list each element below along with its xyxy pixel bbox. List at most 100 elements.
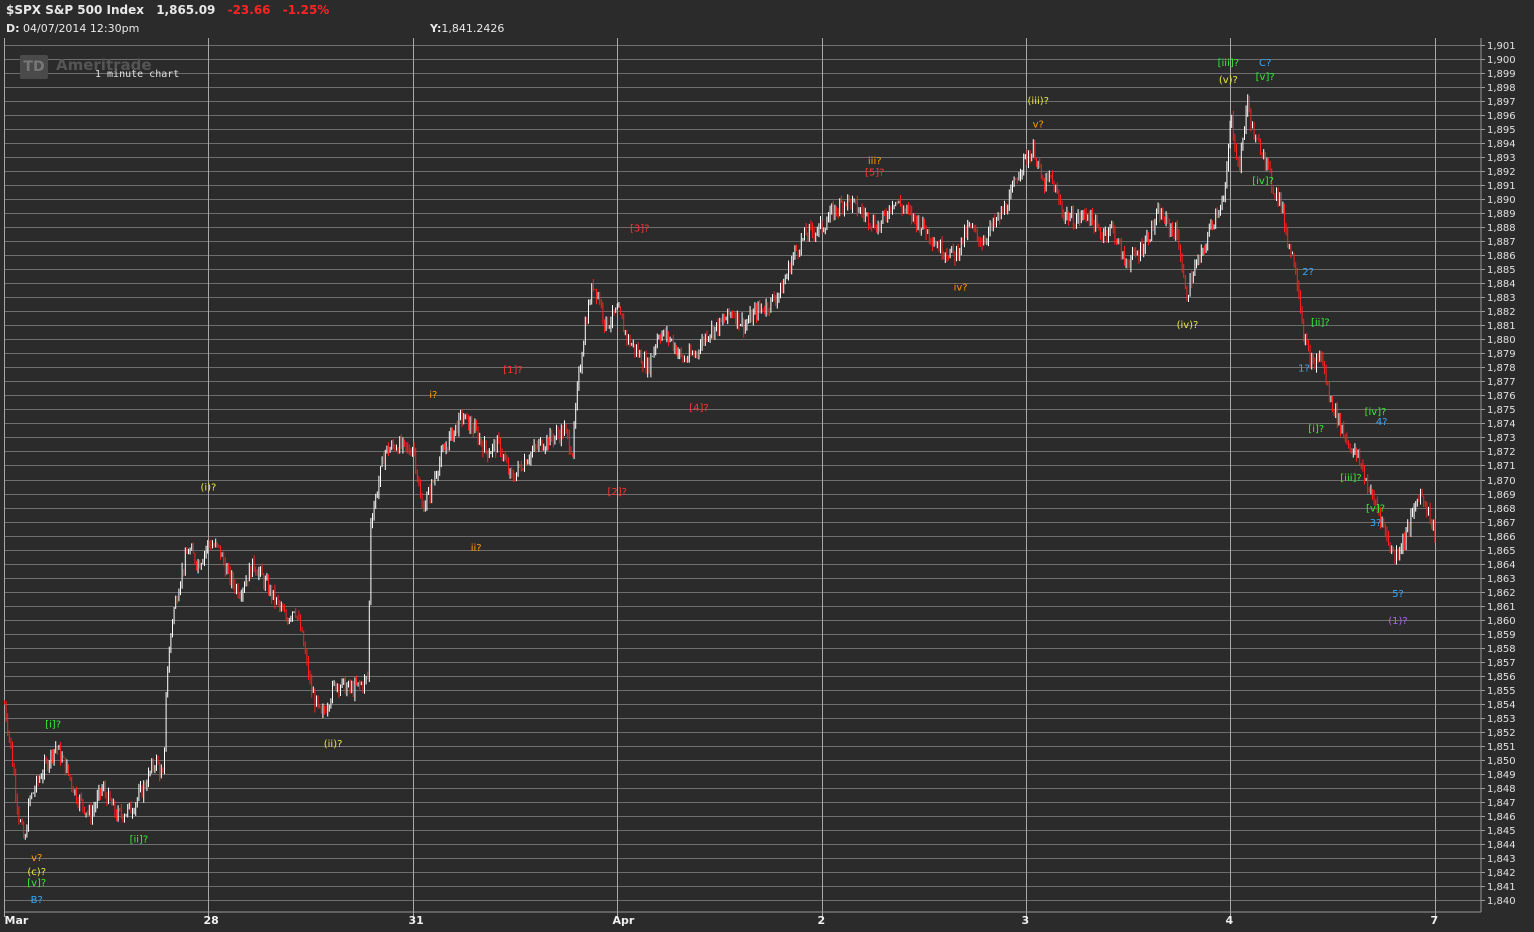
y-tick-label: 1,866 bbox=[1487, 532, 1516, 543]
y-tick-label: 1,871 bbox=[1487, 461, 1516, 472]
y-tick-label: 1,887 bbox=[1487, 237, 1516, 248]
y-tick-label: 1,881 bbox=[1487, 321, 1516, 332]
wave-label: [2]? bbox=[607, 487, 626, 498]
td-logo-icon: TD bbox=[20, 55, 48, 79]
y-tick-label: 1,859 bbox=[1487, 630, 1516, 641]
y-tick-label: 1,858 bbox=[1487, 644, 1516, 655]
y-tick-label: 1,869 bbox=[1487, 490, 1516, 501]
wave-label: 2? bbox=[1302, 267, 1314, 278]
wave-label: [ii]? bbox=[130, 835, 149, 846]
symbol-line: $SPX S&P 500 Index 1,865.09 -23.66 -1.25… bbox=[6, 3, 329, 17]
x-tick-label: Apr bbox=[613, 914, 635, 927]
y-tick-label: 1,861 bbox=[1487, 602, 1516, 613]
y-tick-label: 1,876 bbox=[1487, 391, 1516, 402]
wave-label: v? bbox=[31, 853, 42, 864]
y-tick-label: 1,846 bbox=[1487, 812, 1516, 823]
wave-label: [ii]? bbox=[1311, 317, 1330, 328]
y-tick-label: 1,872 bbox=[1487, 447, 1516, 458]
y-tick-label: 1,896 bbox=[1487, 111, 1516, 122]
wave-label: [1]? bbox=[503, 365, 522, 376]
cursor-y-value: 1,841.2426 bbox=[441, 22, 505, 35]
price-chart: v?(c)?[v]?B?[i]?[ii]?(i)?(ii)?i?ii?[1]?[… bbox=[4, 38, 1516, 927]
y-tick-label: 1,849 bbox=[1487, 770, 1516, 781]
x-tick-label: 3 bbox=[1022, 914, 1030, 927]
y-tick-label: 1,875 bbox=[1487, 405, 1516, 416]
y-tick-label: 1,888 bbox=[1487, 223, 1516, 234]
chart-subtitle: 1 minute chart bbox=[95, 69, 180, 80]
y-tick-label: 1,856 bbox=[1487, 672, 1516, 683]
wave-label: iii? bbox=[868, 156, 882, 167]
y-tick-label: 1,873 bbox=[1487, 433, 1516, 444]
wave-label: [i]? bbox=[1308, 424, 1324, 435]
wave-label: iv? bbox=[954, 282, 968, 293]
wave-label: [iii]? bbox=[1218, 58, 1239, 69]
wave-label: [iii]? bbox=[1340, 473, 1361, 484]
y-tick-label: 1,893 bbox=[1487, 153, 1516, 164]
wave-label: (i)? bbox=[200, 483, 216, 494]
wave-label: C? bbox=[1259, 58, 1271, 69]
y-tick-label: 1,864 bbox=[1487, 560, 1516, 571]
y-tick-label: 1,855 bbox=[1487, 686, 1516, 697]
x-tick-label: Mar bbox=[5, 914, 29, 927]
price-change-percent: -1.25% bbox=[282, 3, 330, 17]
wave-label: (v)? bbox=[1219, 75, 1238, 86]
y-prefix: Y: bbox=[430, 22, 442, 35]
y-tick-label: 1,851 bbox=[1487, 742, 1516, 753]
x-tick-label: 2 bbox=[818, 914, 826, 927]
y-tick-label: 1,882 bbox=[1487, 307, 1516, 318]
y-tick-label: 1,874 bbox=[1487, 419, 1516, 430]
y-tick-label: 1,845 bbox=[1487, 826, 1516, 837]
wave-label: 4? bbox=[1376, 417, 1388, 428]
wave-label: [v]? bbox=[27, 878, 46, 889]
y-tick-label: 1,898 bbox=[1487, 83, 1516, 94]
x-tick-label: 31 bbox=[409, 914, 424, 927]
x-axis: Mar 28 31 Apr 2 3 4 7 bbox=[4, 911, 1481, 927]
y-tick-label: 1,870 bbox=[1487, 476, 1516, 487]
x-tick-label: 28 bbox=[204, 914, 219, 927]
y-tick-label: 1,843 bbox=[1487, 854, 1516, 865]
y-tick-label: 1,854 bbox=[1487, 700, 1516, 711]
y-tick-label: 1,877 bbox=[1487, 377, 1516, 388]
y-tick-label: 1,900 bbox=[1487, 55, 1516, 66]
y-tick-label: 1,867 bbox=[1487, 518, 1516, 529]
symbol-name[interactable]: $SPX S&P 500 Index bbox=[6, 3, 144, 17]
cursor-datetime: 04/07/2014 12:30pm bbox=[23, 22, 140, 35]
wave-label: v? bbox=[1033, 120, 1044, 131]
y-tick-label: 1,848 bbox=[1487, 784, 1516, 795]
wave-label: 1? bbox=[1298, 364, 1310, 375]
y-tick-label: 1,891 bbox=[1487, 181, 1516, 192]
wave-label: i? bbox=[429, 390, 437, 401]
x-tick-label: 4 bbox=[1226, 914, 1234, 927]
y-tick-label: 1,897 bbox=[1487, 97, 1516, 108]
y-tick-label: 1,840 bbox=[1487, 896, 1516, 907]
cursor-date-readout: D: 04/07/2014 12:30pm bbox=[6, 22, 139, 35]
y-tick-label: 1,890 bbox=[1487, 195, 1516, 206]
y-tick-label: 1,853 bbox=[1487, 714, 1516, 725]
chart-header: $SPX S&P 500 Index 1,865.09 -23.66 -1.25… bbox=[0, 0, 1534, 38]
last-price: 1,865.09 bbox=[156, 3, 216, 17]
wave-label: (ii)? bbox=[324, 739, 343, 750]
y-tick-label: 1,868 bbox=[1487, 504, 1516, 515]
y-tick-label: 1,852 bbox=[1487, 728, 1516, 739]
y-tick-label: 1,886 bbox=[1487, 251, 1516, 262]
wave-label: [5]? bbox=[865, 167, 884, 178]
y-tick-label: 1,878 bbox=[1487, 363, 1516, 374]
y-tick-label: 1,879 bbox=[1487, 349, 1516, 360]
wave-label: [4]? bbox=[689, 403, 708, 414]
y-tick-label: 1,844 bbox=[1487, 840, 1516, 851]
plot-background bbox=[4, 38, 1481, 912]
wave-label: [i]? bbox=[45, 720, 61, 731]
y-tick-label: 1,884 bbox=[1487, 279, 1516, 290]
y-tick-label: 1,889 bbox=[1487, 209, 1516, 220]
y-tick-label: 1,857 bbox=[1487, 658, 1516, 669]
y-tick-label: 1,901 bbox=[1487, 41, 1516, 52]
wave-label: 3? bbox=[1370, 518, 1382, 529]
wave-label: [3]? bbox=[630, 223, 649, 234]
y-tick-label: 1,892 bbox=[1487, 167, 1516, 178]
wave-label: (c)? bbox=[27, 867, 46, 878]
y-tick-label: 1,899 bbox=[1487, 69, 1516, 80]
wave-label: [v]? bbox=[1256, 72, 1275, 83]
y-axis: 1,840 1,841 1,842 1,843 1,844 1,845 1,846 1,847… bbox=[1480, 38, 1516, 912]
price-change: -23.66 bbox=[227, 3, 271, 17]
y-tick-label: 1,842 bbox=[1487, 868, 1516, 879]
